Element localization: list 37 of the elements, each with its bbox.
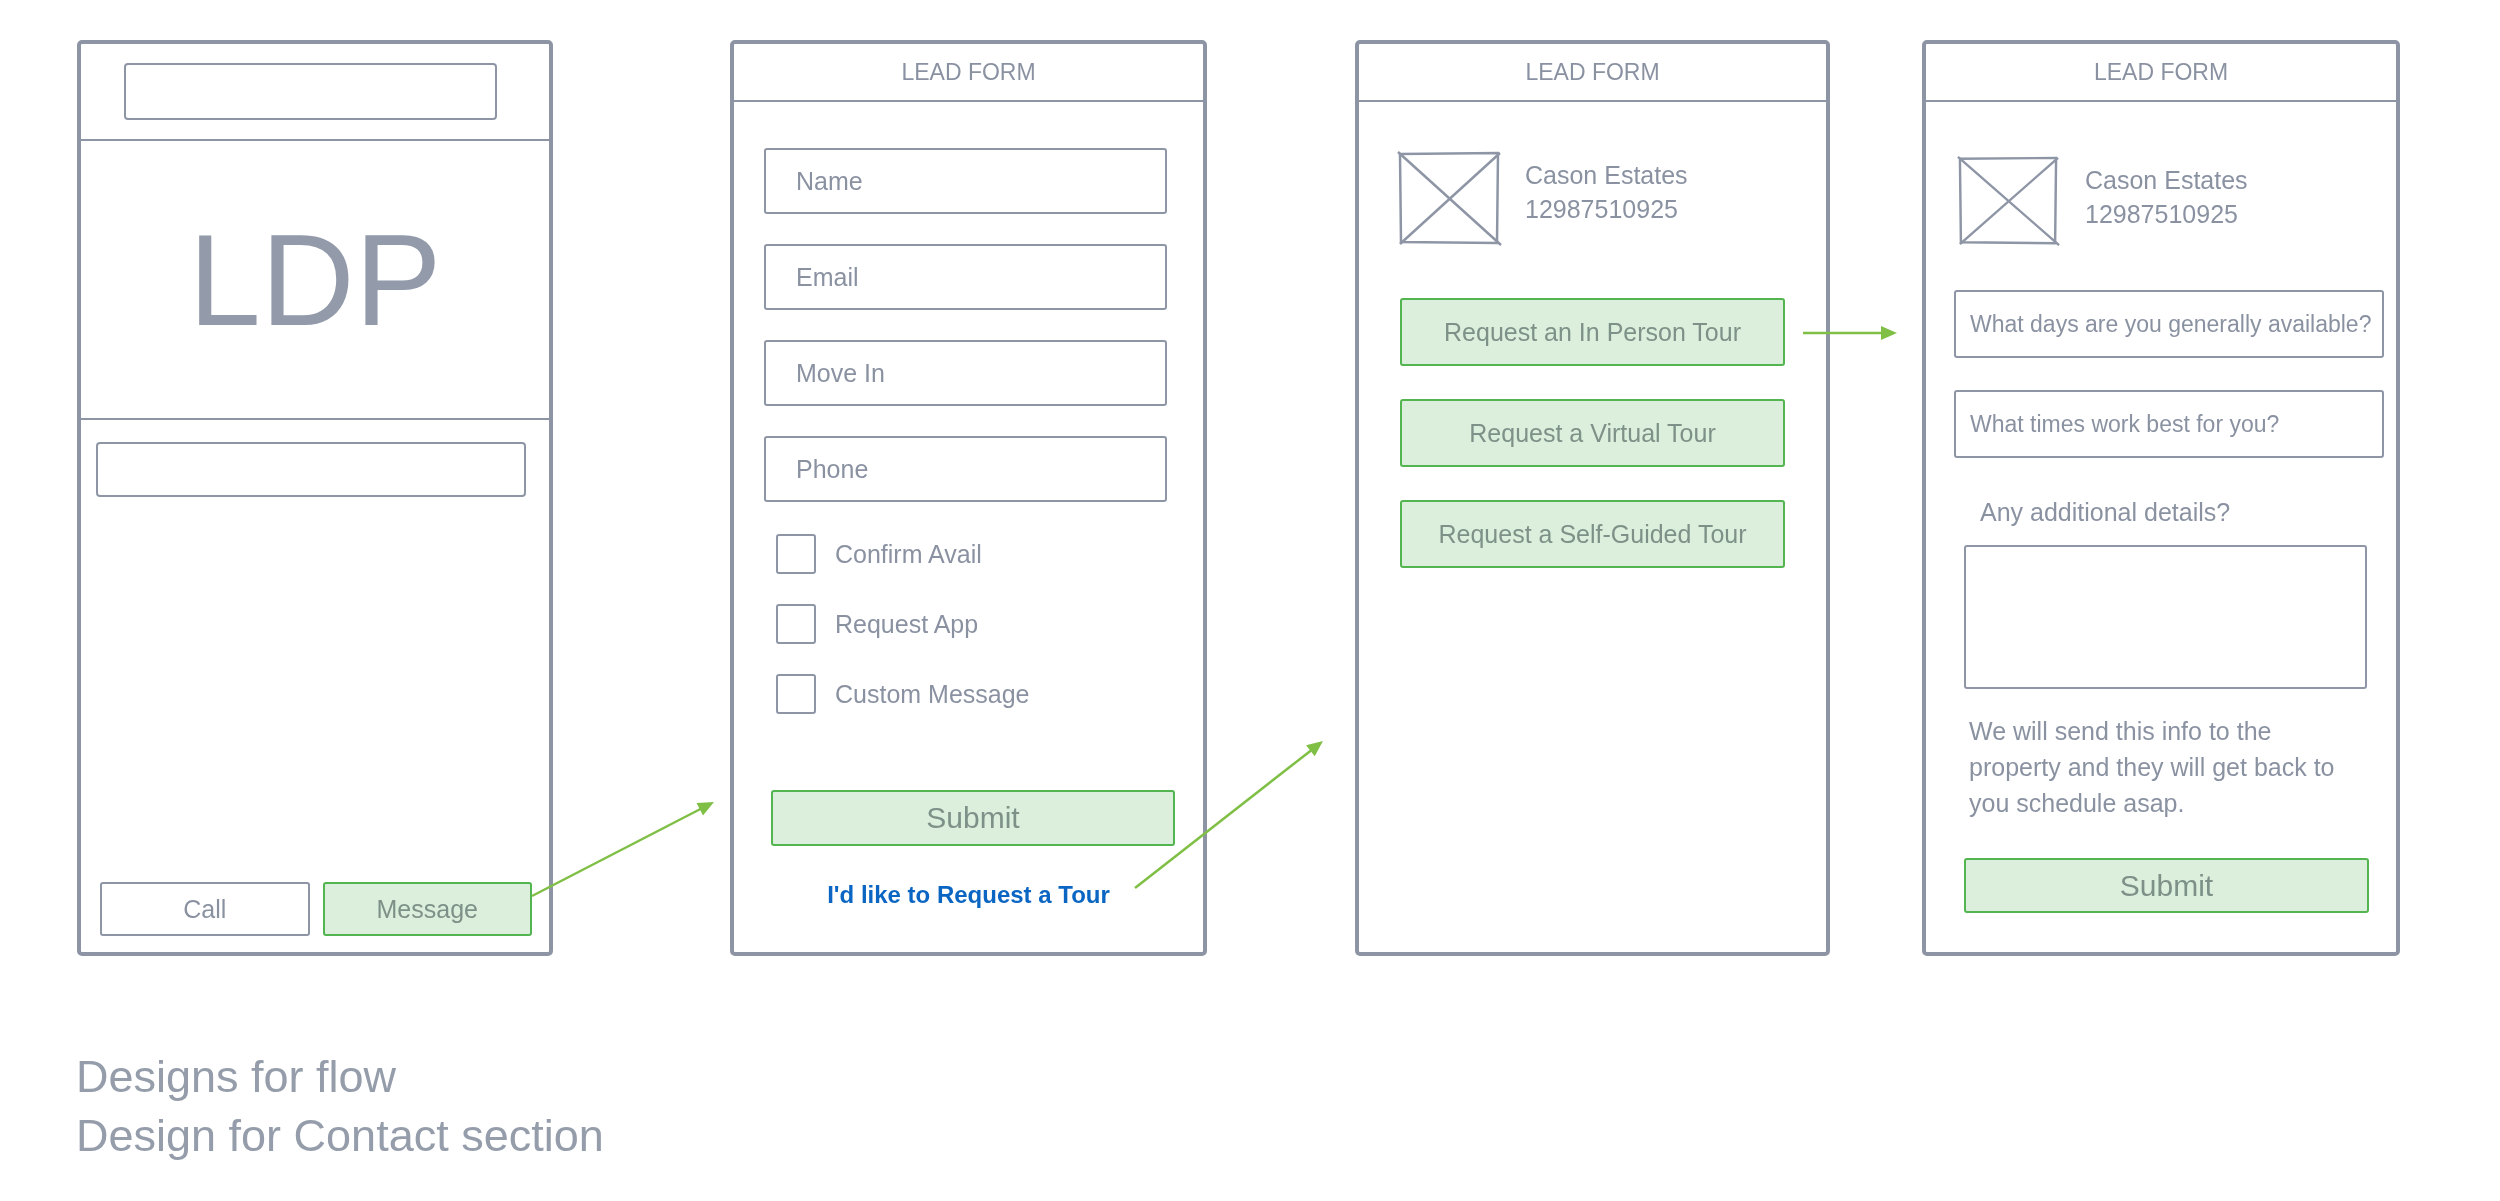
action-button[interactable]: Message — [322, 882, 532, 936]
details-textarea[interactable] — [1964, 545, 2367, 689]
input-field[interactable] — [96, 442, 526, 497]
hero-text: LDP — [188, 214, 442, 345]
checkbox[interactable] — [776, 534, 816, 574]
property-phone: 12987510925 — [2085, 199, 2239, 230]
image-placeholder-icon — [1396, 150, 1503, 247]
image-placeholder-icon — [1956, 155, 2061, 247]
form-title: LEAD FORM — [2093, 58, 2229, 86]
tour-option-button[interactable]: Request a Self-Guided Tour — [1400, 500, 1785, 568]
text-field[interactable]: Name — [764, 148, 1167, 214]
input-field[interactable] — [124, 63, 497, 120]
submit-button[interactable]: Submit — [1964, 858, 2369, 913]
text-field[interactable]: Move In — [764, 340, 1167, 406]
checkbox-label: Confirm Avail — [835, 539, 982, 569]
tour-option-button[interactable]: Request a Virtual Tour — [1400, 399, 1785, 467]
checkbox-label: Request App — [835, 609, 979, 639]
checkbox[interactable] — [776, 604, 816, 644]
property-name: Cason Estates — [2085, 165, 2248, 196]
property-phone: 12987510925 — [1525, 194, 1679, 225]
text-field[interactable]: Phone — [764, 436, 1167, 502]
caption: Designs for flow — [76, 1050, 397, 1104]
text-field[interactable]: Email — [764, 244, 1167, 310]
submit-button[interactable]: Submit — [771, 790, 1175, 846]
checkbox[interactable] — [776, 674, 816, 714]
form-title: LEAD FORM — [1525, 58, 1660, 86]
question-field[interactable]: What times work best for you? — [1954, 390, 2384, 458]
tour-option-button[interactable]: Request an In Person Tour — [1400, 298, 1785, 366]
action-button[interactable]: Call — [100, 882, 310, 936]
question-field[interactable]: What days are you generally available? — [1954, 290, 2384, 358]
details-label: Any additional details? — [1980, 497, 2231, 528]
tour-request-link[interactable]: I'd like to Request a Tour — [827, 880, 1110, 910]
caption: Design for Contact section — [76, 1109, 604, 1163]
checkbox-label: Custom Message — [835, 679, 1030, 709]
property-name: Cason Estates — [1525, 160, 1688, 191]
form-title: LEAD FORM — [901, 58, 1036, 86]
info-note: We will send this info to the property and they will get back to you schedule asap. — [1969, 716, 2336, 819]
